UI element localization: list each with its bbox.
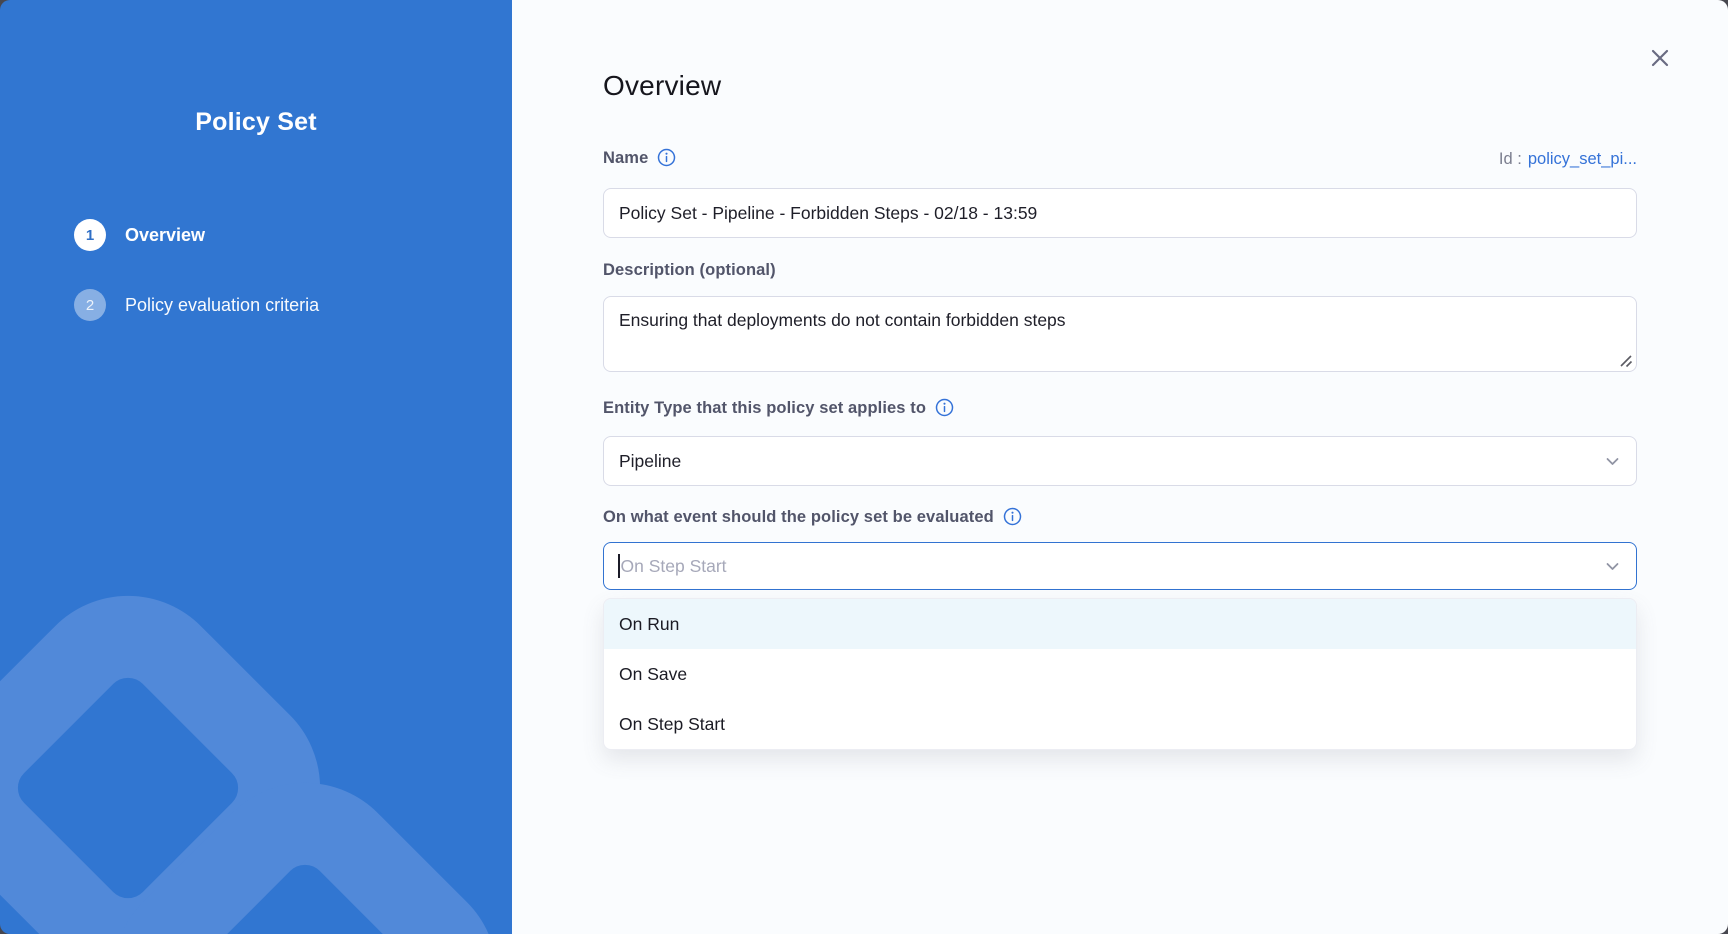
close-button[interactable]: [1646, 44, 1674, 72]
harness-logo-watermark: [0, 0, 512, 934]
menu-item-on-step-start[interactable]: On Step Start: [604, 699, 1636, 749]
wizard-steps: 1 Overview 2 Policy evaluation criteria: [74, 219, 319, 321]
event-combobox[interactable]: [603, 542, 1637, 590]
name-label: Name: [603, 149, 676, 168]
step-label: Policy evaluation criteria: [125, 295, 319, 316]
info-icon[interactable]: [1003, 507, 1022, 526]
chevron-down-icon: [1604, 453, 1621, 470]
description-textarea[interactable]: Ensuring that deployments do not contain…: [603, 296, 1637, 372]
menu-item-on-save[interactable]: On Save: [604, 649, 1636, 699]
overview-panel: Overview Name Id : policy_set_pi... Desc…: [512, 0, 1728, 934]
description-field-wrap: Ensuring that deployments do not contain…: [603, 296, 1637, 372]
entity-type-select[interactable]: Pipeline: [603, 436, 1637, 486]
description-label: Description (optional): [603, 261, 776, 280]
menu-item-on-run[interactable]: On Run: [604, 599, 1636, 649]
text-caret: [618, 554, 620, 578]
name-input[interactable]: [603, 188, 1637, 238]
step-number-badge: 1: [74, 219, 106, 251]
wizard-title: Policy Set: [0, 108, 512, 137]
event-input[interactable]: [621, 556, 1623, 577]
step-policy-evaluation-criteria[interactable]: 2 Policy evaluation criteria: [74, 289, 319, 321]
event-options-menu: On Run On Save On Step Start: [603, 598, 1637, 750]
id-prefix: Id :: [1499, 150, 1522, 169]
page-title: Overview: [603, 70, 721, 102]
close-icon: [1649, 47, 1671, 69]
event-label: On what event should the policy set be e…: [603, 508, 1022, 527]
wizard-sidebar: Policy Set 1 Overview 2 Policy evaluatio…: [0, 0, 512, 934]
step-label: Overview: [125, 225, 205, 246]
step-overview[interactable]: 1 Overview: [74, 219, 319, 251]
policy-set-modal: Policy Set 1 Overview 2 Policy evaluatio…: [0, 0, 1728, 934]
entity-type-value: Pipeline: [619, 451, 681, 472]
info-icon[interactable]: [657, 148, 676, 167]
id-link[interactable]: policy_set_pi...: [1528, 150, 1637, 169]
entity-id: Id : policy_set_pi...: [1499, 150, 1637, 169]
chevron-down-icon: [1604, 558, 1621, 575]
entity-type-label: Entity Type that this policy set applies…: [603, 399, 954, 418]
step-number-badge: 2: [74, 289, 106, 321]
info-icon[interactable]: [935, 398, 954, 417]
